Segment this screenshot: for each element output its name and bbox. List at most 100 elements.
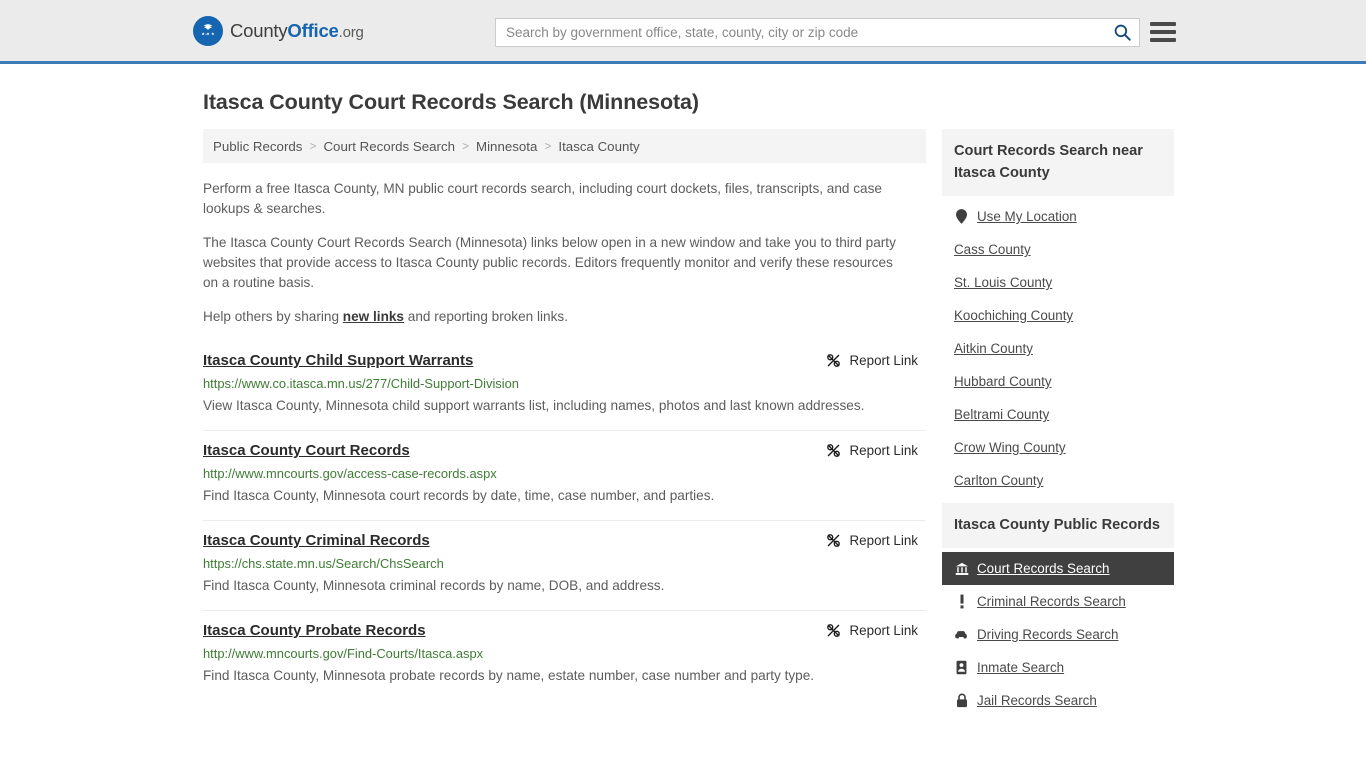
breadcrumb-separator-icon: > bbox=[544, 139, 552, 153]
result-title-link[interactable]: Itasca County Probate Records bbox=[203, 621, 426, 641]
sidebar-item-label: Cass County bbox=[954, 242, 1031, 257]
sidebar-public-records-list: Court Records Search Criminal Records Se… bbox=[942, 548, 1174, 717]
site-logo[interactable]: CountyOffice.org bbox=[193, 15, 364, 46]
site-header: CountyOffice.org bbox=[0, 0, 1366, 64]
report-link-label: Report Link bbox=[849, 623, 918, 638]
sidebar-item-crow-wing-county[interactable]: Crow Wing County bbox=[942, 431, 1174, 464]
result-header: Itasca County Child Support Warrants Rep… bbox=[203, 351, 926, 371]
search-button[interactable] bbox=[1105, 19, 1139, 46]
sidebar-item-label: Use My Location bbox=[977, 209, 1077, 224]
report-link-button[interactable]: Report Link bbox=[825, 621, 918, 639]
result-description: Find Itasca County, Minnesota criminal r… bbox=[203, 578, 665, 593]
result-header: Itasca County Court Records Report Link bbox=[203, 441, 926, 461]
broken-link-icon bbox=[826, 624, 840, 637]
sidebar-item-driving-records-search[interactable]: Driving Records Search bbox=[942, 618, 1174, 651]
sidebar-item-jail-records-search[interactable]: Jail Records Search bbox=[942, 684, 1174, 717]
exclamation-icon bbox=[954, 594, 969, 609]
hamburger-bar bbox=[1150, 38, 1176, 42]
result-item: Itasca County Child Support Warrants Rep… bbox=[203, 341, 926, 430]
report-link-button[interactable]: Report Link bbox=[825, 351, 918, 369]
sidebar-card-nearby: Court Records Search near Itasca County … bbox=[942, 129, 1174, 497]
breadcrumb-item-public-records[interactable]: Public Records bbox=[213, 139, 302, 154]
result-header: Itasca County Criminal Records Report Li… bbox=[203, 531, 926, 551]
logo-word-county: County bbox=[230, 19, 288, 41]
result-title-link[interactable]: Itasca County Court Records bbox=[203, 441, 410, 461]
hamburger-bar bbox=[1150, 30, 1176, 34]
sidebar-item-st-louis-county[interactable]: St. Louis County bbox=[942, 266, 1174, 299]
sidebar-public-records-heading: Itasca County Public Records bbox=[942, 503, 1174, 548]
intro-paragraph-3: Help others by sharing new links and rep… bbox=[203, 307, 911, 327]
result-title-link[interactable]: Itasca County Criminal Records bbox=[203, 531, 430, 551]
sidebar-item-label: Court Records Search bbox=[977, 561, 1110, 576]
sidebar-item-label: Crow Wing County bbox=[954, 440, 1066, 455]
site-logo-text: CountyOffice.org bbox=[230, 20, 364, 42]
result-item: Itasca County Criminal Records Report Li… bbox=[203, 520, 926, 610]
breadcrumb-separator-icon: > bbox=[462, 139, 470, 153]
sidebar-item-koochiching-county[interactable]: Koochiching County bbox=[942, 299, 1174, 332]
sidebar-item-label: Aitkin County bbox=[954, 341, 1033, 356]
intro-p3-before: Help others by sharing bbox=[203, 309, 343, 324]
sidebar: Court Records Search near Itasca County … bbox=[942, 129, 1174, 723]
sidebar-item-hubbard-county[interactable]: Hubbard County bbox=[942, 365, 1174, 398]
hamburger-bar bbox=[1150, 22, 1176, 26]
sidebar-item-label: Hubbard County bbox=[954, 374, 1052, 389]
sidebar-item-label: Criminal Records Search bbox=[977, 594, 1126, 609]
broken-link-icon bbox=[826, 354, 840, 367]
result-description: View Itasca County, Minnesota child supp… bbox=[203, 398, 865, 413]
search-icon bbox=[1114, 24, 1131, 41]
sidebar-item-cass-county[interactable]: Cass County bbox=[942, 233, 1174, 266]
sidebar-item-court-records-search[interactable]: Court Records Search bbox=[942, 552, 1174, 585]
sidebar-item-label: Jail Records Search bbox=[977, 693, 1097, 708]
sidebar-item-beltrami-county[interactable]: Beltrami County bbox=[942, 398, 1174, 431]
sidebar-nearby-heading: Court Records Search near Itasca County bbox=[942, 129, 1174, 196]
report-link-button[interactable]: Report Link bbox=[825, 441, 918, 459]
sidebar-item-inmate-search[interactable]: Inmate Search bbox=[942, 651, 1174, 684]
breadcrumb-item-itasca-county: Itasca County bbox=[558, 138, 640, 154]
search-bar[interactable] bbox=[495, 18, 1140, 47]
logo-word-office: Office bbox=[287, 19, 339, 41]
result-header: Itasca County Probate Records Report Lin… bbox=[203, 621, 926, 641]
sidebar-item-label: St. Louis County bbox=[954, 275, 1053, 290]
breadcrumb-separator-icon: > bbox=[309, 139, 317, 153]
results-list: Itasca County Child Support Warrants Rep… bbox=[203, 341, 926, 700]
result-url: http://www.mncourts.gov/access-case-reco… bbox=[203, 466, 497, 481]
search-input[interactable] bbox=[496, 19, 1105, 46]
report-link-button[interactable]: Report Link bbox=[825, 531, 918, 549]
result-url: https://chs.state.mn.us/Search/ChsSearch bbox=[203, 556, 444, 571]
breadcrumb-item-court-records-search[interactable]: Court Records Search bbox=[323, 139, 455, 154]
sidebar-item-label: Carlton County bbox=[954, 473, 1044, 488]
map-pin-icon bbox=[954, 209, 969, 224]
result-url: https://www.co.itasca.mn.us/277/Child-Su… bbox=[203, 376, 519, 391]
intro-paragraph-1: Perform a free Itasca County, MN public … bbox=[203, 181, 882, 216]
id-badge-icon bbox=[954, 660, 969, 675]
sidebar-item-label: Inmate Search bbox=[977, 660, 1065, 675]
new-links-link[interactable]: new links bbox=[343, 309, 404, 324]
result-description: Find Itasca County, Minnesota probate re… bbox=[203, 668, 815, 683]
result-url: http://www.mncourts.gov/Find-Courts/Itas… bbox=[203, 646, 484, 661]
lock-icon bbox=[954, 693, 969, 708]
breadcrumb: Public Records > Court Records Search > … bbox=[203, 129, 926, 163]
page-body: Itasca County Court Records Search (Minn… bbox=[0, 90, 1366, 723]
sidebar-item-label: Koochiching County bbox=[954, 308, 1074, 323]
logo-word-dotorg: .org bbox=[338, 23, 364, 41]
main-content: Public Records > Court Records Search > … bbox=[203, 129, 926, 723]
content-columns: Public Records > Court Records Search > … bbox=[0, 129, 1366, 723]
breadcrumb-item-minnesota[interactable]: Minnesota bbox=[476, 139, 537, 154]
report-link-label: Report Link bbox=[849, 533, 918, 548]
sidebar-nearby-list: Use My Location Cass County St. Louis Co… bbox=[942, 196, 1174, 497]
broken-link-icon bbox=[826, 444, 840, 457]
sidebar-item-criminal-records-search[interactable]: Criminal Records Search bbox=[942, 585, 1174, 618]
intro-paragraph-2: The Itasca County Court Records Search (… bbox=[203, 235, 896, 290]
sidebar-item-aitkin-county[interactable]: Aitkin County bbox=[942, 332, 1174, 365]
car-icon bbox=[954, 629, 969, 640]
intro-text: Perform a free Itasca County, MN public … bbox=[203, 179, 926, 327]
result-title-link[interactable]: Itasca County Child Support Warrants bbox=[203, 351, 473, 371]
report-link-label: Report Link bbox=[849, 353, 918, 368]
report-link-label: Report Link bbox=[849, 443, 918, 458]
sidebar-item-carlton-county[interactable]: Carlton County bbox=[942, 464, 1174, 497]
result-item: Itasca County Probate Records Report Lin… bbox=[203, 610, 926, 700]
sidebar-item-label: Driving Records Search bbox=[977, 627, 1119, 642]
courthouse-icon bbox=[954, 562, 969, 576]
sidebar-item-use-my-location[interactable]: Use My Location bbox=[942, 200, 1174, 233]
hamburger-menu-icon[interactable] bbox=[1150, 20, 1176, 44]
